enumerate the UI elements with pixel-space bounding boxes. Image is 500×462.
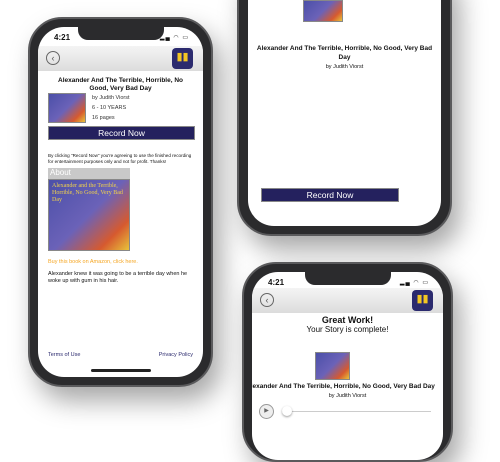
book-author: by Judith Viorst — [328, 393, 367, 399]
screen: 4:21 ▂▄ ◠ ▭ ‹ ▮▮ Great Work! Your Story … — [252, 272, 443, 460]
book-cover-thumb — [315, 352, 350, 380]
complete-heading: Great Work! — [321, 315, 374, 325]
status-time: 4:21 — [268, 278, 285, 287]
book-title: Alexander And The Terrible, Horrible, No… — [252, 383, 435, 390]
book-cover-thumb — [48, 93, 86, 123]
book-title: Alexander And The Terrible, Horrible, No… — [58, 77, 183, 92]
notch — [304, 272, 391, 285]
back-button[interactable]: ‹ — [260, 293, 274, 307]
phone-book-detail: 4:21 ▂▄ ◠ ▭ ‹ ▮▮ Alexander And The Terri… — [28, 17, 213, 387]
screen: Alexander And The Terrible, Horrible, No… — [248, 0, 441, 226]
status-icons: ▂▄ ◠ ▭ — [159, 35, 189, 41]
cover-title: Alexander and the Terrible, Horrible, No… — [52, 183, 123, 203]
record-now-button[interactable]: Record Now — [48, 126, 195, 140]
book-description: Alexander knew it was going to be a terr… — [48, 271, 188, 284]
disclaimer-text: By clicking "Record Now" you're agreeing… — [48, 153, 192, 164]
header-bar: ‹ ▮▮ — [38, 46, 203, 71]
amazon-link[interactable]: Buy this book on Amazon, click here. — [48, 259, 138, 265]
record-now-button[interactable]: Record Now — [261, 188, 399, 202]
terms-link[interactable]: Terms of Use — [48, 352, 80, 358]
book-pages: 16 pages — [92, 115, 115, 121]
progress-track[interactable] — [282, 411, 431, 412]
about-heading: About — [48, 168, 130, 179]
book-author: by Judith Viorst — [325, 64, 364, 70]
privacy-link[interactable]: Privacy Policy — [159, 352, 193, 358]
book-title: Alexander And The Terrible, Horrible, No… — [256, 45, 433, 61]
phone-book-detail-scrolled: Alexander And The Terrible, Horrible, No… — [237, 0, 452, 236]
phone-story-complete: 4:21 ▂▄ ◠ ▭ ‹ ▮▮ Great Work! Your Story … — [242, 262, 453, 462]
app-logo: ▮▮ — [412, 290, 433, 311]
back-button[interactable]: ‹ — [46, 51, 60, 65]
book-cover-thumb — [303, 0, 343, 22]
status-time: 4:21 — [54, 33, 71, 42]
progress-thumb[interactable] — [282, 406, 292, 416]
app-logo: ▮▮ — [172, 48, 193, 69]
book-author: by Judith Viorst — [92, 95, 130, 101]
play-button[interactable]: ▶ — [259, 404, 274, 419]
status-icons: ▂▄ ◠ ▭ — [399, 280, 429, 286]
header-bar: ‹ ▮▮ — [252, 288, 443, 313]
home-indicator — [90, 369, 151, 372]
screen: 4:21 ▂▄ ◠ ▭ ‹ ▮▮ Alexander And The Terri… — [38, 27, 203, 377]
complete-subheading: Your Story is complete! — [306, 325, 389, 334]
book-cover-large: Alexander and the Terrible, Horrible, No… — [48, 179, 130, 251]
book-age: 6 - 10 YEARS — [92, 105, 127, 111]
notch — [77, 27, 164, 40]
